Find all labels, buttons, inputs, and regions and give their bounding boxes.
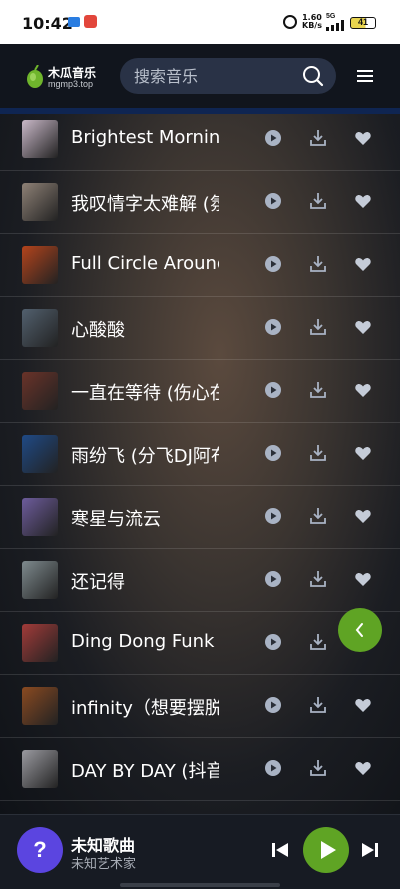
- chevron-left-icon: [355, 623, 363, 637]
- heart-icon[interactable]: [354, 129, 372, 147]
- search-input[interactable]: [134, 66, 294, 86]
- heart-icon[interactable]: [354, 318, 372, 336]
- song-cover[interactable]: [22, 435, 58, 473]
- search-bar[interactable]: [120, 58, 336, 94]
- download-icon[interactable]: [309, 444, 327, 462]
- heart-icon[interactable]: [354, 507, 372, 525]
- play-circle-icon[interactable]: [264, 318, 282, 336]
- song-list[interactable]: Brightest Morning 我叹情字太难解 (氛 Full Circle A…: [0, 108, 400, 814]
- app-header: 木瓜音乐 mgmp3.top: [0, 44, 400, 108]
- search-icon[interactable]: [302, 65, 324, 87]
- download-icon[interactable]: [309, 570, 327, 588]
- song-title[interactable]: DAY BY DAY (抖音: [71, 757, 219, 781]
- download-icon[interactable]: [309, 318, 327, 336]
- song-title[interactable]: Brightest Morning: [71, 127, 219, 151]
- song-title[interactable]: 心酸酸: [71, 316, 219, 340]
- song-title[interactable]: infinity（想要摆脱: [71, 694, 219, 718]
- now-playing-artist: 未知艺术家: [71, 857, 137, 872]
- song-row[interactable]: DAY BY DAY (抖音: [0, 738, 400, 801]
- collapse-button[interactable]: [338, 608, 382, 652]
- song-row[interactable]: Brightest Morning: [0, 108, 400, 171]
- heart-icon[interactable]: [354, 570, 372, 588]
- heart-icon[interactable]: [354, 192, 372, 210]
- play-circle-icon[interactable]: [264, 507, 282, 525]
- home-indicator: [120, 883, 280, 887]
- battery-icon: 41: [350, 17, 376, 29]
- mini-player[interactable]: ? 未知歌曲 未知艺术家: [0, 814, 400, 889]
- download-icon[interactable]: [309, 759, 327, 777]
- song-cover[interactable]: [22, 309, 58, 347]
- heart-icon[interactable]: [354, 255, 372, 273]
- play-button[interactable]: [303, 827, 349, 873]
- play-circle-icon[interactable]: [264, 255, 282, 273]
- signal-icon: [326, 20, 346, 31]
- previous-track-icon[interactable]: [270, 840, 290, 860]
- heart-icon[interactable]: [354, 759, 372, 777]
- song-cover[interactable]: [22, 498, 58, 536]
- song-title[interactable]: 我叹情字太难解 (氛: [71, 190, 219, 214]
- download-icon[interactable]: [309, 192, 327, 210]
- song-title[interactable]: Full Circle Around: [71, 253, 219, 277]
- status-bar: 10:42 1.60 KB/s 5G 41: [0, 0, 400, 44]
- song-row[interactable]: 我叹情字太难解 (氛: [0, 171, 400, 234]
- song-cover[interactable]: [22, 372, 58, 410]
- play-circle-icon[interactable]: [264, 192, 282, 210]
- network-speed-unit: KB/s: [302, 21, 322, 30]
- song-cover[interactable]: [22, 120, 58, 158]
- song-row[interactable]: 心酸酸: [0, 297, 400, 360]
- song-title[interactable]: 寒星与流云: [71, 505, 219, 529]
- song-title[interactable]: 一直在等待 (伤心在: [71, 379, 219, 403]
- song-cover[interactable]: [22, 750, 58, 788]
- message-notification-icon: [68, 17, 80, 27]
- song-title[interactable]: 雨纷飞 (分飞DJ阿布: [71, 442, 219, 466]
- network-type: 5G: [326, 13, 336, 20]
- music-app-notification-icon: [84, 15, 97, 28]
- song-row[interactable]: 还记得: [0, 549, 400, 612]
- play-circle-icon[interactable]: [264, 696, 282, 714]
- status-time: 10:42: [22, 14, 73, 33]
- song-title[interactable]: Ding Dong Funk (: [71, 631, 219, 655]
- song-row[interactable]: 一直在等待 (伤心在: [0, 360, 400, 423]
- logo-domain: mgmp3.top: [48, 79, 94, 89]
- heart-icon[interactable]: [354, 696, 372, 714]
- play-circle-icon[interactable]: [264, 759, 282, 777]
- heart-icon[interactable]: [354, 444, 372, 462]
- play-circle-icon[interactable]: [264, 444, 282, 462]
- next-track-icon[interactable]: [360, 840, 380, 860]
- download-icon[interactable]: [309, 129, 327, 147]
- song-row[interactable]: 寒星与流云: [0, 486, 400, 549]
- song-cover[interactable]: [22, 687, 58, 725]
- song-cover[interactable]: [22, 183, 58, 221]
- play-circle-icon[interactable]: [264, 570, 282, 588]
- network-speed: 1.60 KB/s: [302, 14, 322, 30]
- song-cover[interactable]: [22, 561, 58, 599]
- download-icon[interactable]: [309, 381, 327, 399]
- song-row[interactable]: infinity（想要摆脱: [0, 675, 400, 738]
- song-row[interactable]: Full Circle Around: [0, 234, 400, 297]
- album-art[interactable]: ?: [17, 827, 63, 873]
- app-logo[interactable]: 木瓜音乐 mgmp3.top: [22, 62, 112, 94]
- song-row[interactable]: 雨纷飞 (分飞DJ阿布: [0, 423, 400, 486]
- song-cover[interactable]: [22, 246, 58, 284]
- download-icon[interactable]: [309, 696, 327, 714]
- download-icon[interactable]: [309, 255, 327, 273]
- song-title[interactable]: 还记得: [71, 568, 219, 592]
- play-circle-icon[interactable]: [264, 381, 282, 399]
- play-icon: [321, 841, 336, 859]
- play-circle-icon[interactable]: [264, 129, 282, 147]
- song-cover[interactable]: [22, 624, 58, 662]
- alarm-icon: [283, 15, 297, 29]
- download-icon[interactable]: [309, 633, 327, 651]
- heart-icon[interactable]: [354, 381, 372, 399]
- menu-icon[interactable]: [357, 69, 373, 83]
- download-icon[interactable]: [309, 507, 327, 525]
- play-circle-icon[interactable]: [264, 633, 282, 651]
- papaya-logo-icon: [27, 65, 43, 88]
